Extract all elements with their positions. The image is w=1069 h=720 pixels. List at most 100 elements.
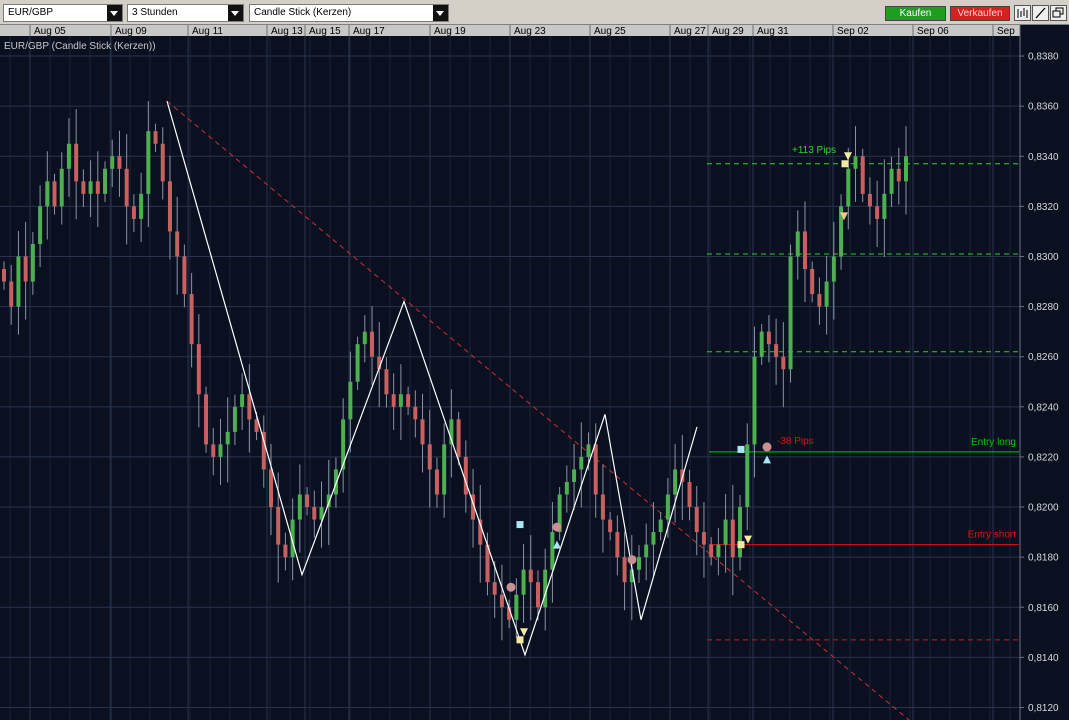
candle-body — [528, 569, 533, 583]
candle-body — [189, 294, 194, 345]
candle-body — [66, 143, 71, 169]
candle-body — [406, 394, 411, 407]
y-tick-label: 0,8180 — [1028, 553, 1059, 564]
candle-body — [644, 544, 649, 558]
candle-body — [103, 168, 108, 194]
candle-body — [398, 394, 403, 407]
candle-body — [550, 532, 555, 570]
candle-body — [831, 256, 836, 282]
candle-body — [95, 181, 100, 194]
candle-body — [752, 356, 757, 445]
candle-body — [723, 519, 728, 545]
signal-circle-icon — [552, 522, 562, 532]
draw-line-icon[interactable] — [1032, 5, 1049, 21]
candle-body — [730, 519, 735, 558]
candle-body — [268, 469, 273, 508]
x-tick-label: Aug 11 — [192, 26, 223, 37]
x-tick-label: Aug 27 — [674, 26, 706, 37]
candle-body — [124, 168, 129, 207]
candle-body — [247, 394, 252, 420]
candle-body — [882, 193, 887, 219]
candle-body — [175, 231, 180, 257]
candle-body — [59, 168, 64, 207]
candle-body — [297, 494, 302, 520]
timeframe-select[interactable]: 3 Stunden — [127, 4, 244, 22]
chevron-down-icon[interactable] — [433, 5, 448, 21]
candle-body — [846, 168, 851, 207]
candle-body — [824, 281, 829, 307]
candle-body — [860, 156, 865, 194]
candle-body — [766, 331, 771, 345]
candle-body — [305, 494, 310, 508]
symbol-select[interactable]: EUR/GBP — [3, 4, 123, 22]
candle-body — [2, 269, 6, 282]
candle-body — [817, 294, 822, 307]
x-tick-label: Sep 02 — [837, 26, 869, 37]
candle-body — [240, 394, 245, 407]
x-tick-label: Aug 31 — [757, 26, 789, 37]
candle-body — [774, 344, 779, 357]
x-tick-label: Aug 19 — [434, 26, 466, 37]
y-tick-label: 0,8380 — [1028, 52, 1059, 63]
x-tick-label: Aug 09 — [115, 26, 147, 37]
x-tick-label: Sep — [997, 26, 1015, 37]
candle-body — [600, 494, 605, 520]
candle-body — [788, 256, 793, 370]
candle-body — [139, 193, 144, 219]
candle-body — [30, 243, 35, 282]
signal-square-icon — [516, 521, 524, 529]
bar-chart-icon[interactable] — [1014, 5, 1031, 21]
x-tick-label: Aug 13 — [271, 26, 303, 37]
candle-body — [81, 181, 86, 194]
candle — [788, 244, 793, 383]
candle-body — [658, 519, 663, 533]
candle-body — [810, 269, 815, 295]
level-label: -38 Pips — [777, 436, 814, 447]
candle-body — [802, 231, 807, 270]
signal-square-icon — [737, 541, 745, 549]
candle-body — [283, 544, 288, 558]
candle-body — [665, 494, 670, 520]
candle-body — [276, 507, 281, 545]
buy-button[interactable]: Kaufen — [885, 6, 946, 21]
candle-body — [867, 193, 872, 207]
chart-type-select[interactable]: Candle Stick (Kerzen) — [249, 4, 449, 22]
candle-body — [514, 594, 519, 620]
candle-body — [232, 406, 237, 432]
y-tick-label: 0,8200 — [1028, 503, 1059, 514]
signal-square-icon — [516, 636, 524, 644]
chevron-down-icon[interactable] — [107, 5, 122, 21]
candle-body — [615, 532, 620, 558]
y-tick-label: 0,8300 — [1028, 252, 1059, 263]
candle-body — [370, 331, 375, 357]
timeframe-select-value: 3 Stunden — [132, 7, 178, 18]
chart-title: EUR/GBP (Candle Stick (Kerzen)) — [4, 41, 156, 52]
candle-body — [579, 456, 584, 470]
candle — [204, 386, 209, 453]
signal-square-icon — [841, 160, 849, 168]
candle-body — [637, 557, 642, 570]
candle-body — [434, 469, 439, 495]
candle-body — [745, 444, 750, 508]
candle-body — [211, 444, 216, 457]
candle-body — [456, 419, 461, 457]
level-label: Entry short — [968, 530, 1017, 541]
candle-body — [38, 206, 43, 244]
candle-body — [535, 582, 540, 608]
x-tick-label: Aug 17 — [353, 26, 385, 37]
candle-body — [420, 419, 425, 445]
sell-button[interactable]: Verkaufen — [950, 6, 1010, 21]
y-tick-label: 0,8360 — [1028, 102, 1059, 113]
chevron-down-icon[interactable] — [228, 5, 243, 21]
candle-body — [23, 256, 28, 282]
candle-body — [427, 444, 432, 470]
price-chart[interactable]: Aug 05 Aug 09 Aug 11 Aug 13 Aug 15 Aug 17 Aug … — [0, 25, 1069, 720]
x-tick-label: Aug 23 — [514, 26, 546, 37]
candle-body — [16, 256, 21, 307]
candle-body — [196, 344, 201, 395]
candle-body — [499, 594, 504, 608]
window-restore-icon[interactable] — [1050, 5, 1067, 21]
x-tick-label: Aug 15 — [309, 26, 341, 37]
candle-body — [572, 469, 577, 482]
candle-body — [904, 156, 908, 182]
